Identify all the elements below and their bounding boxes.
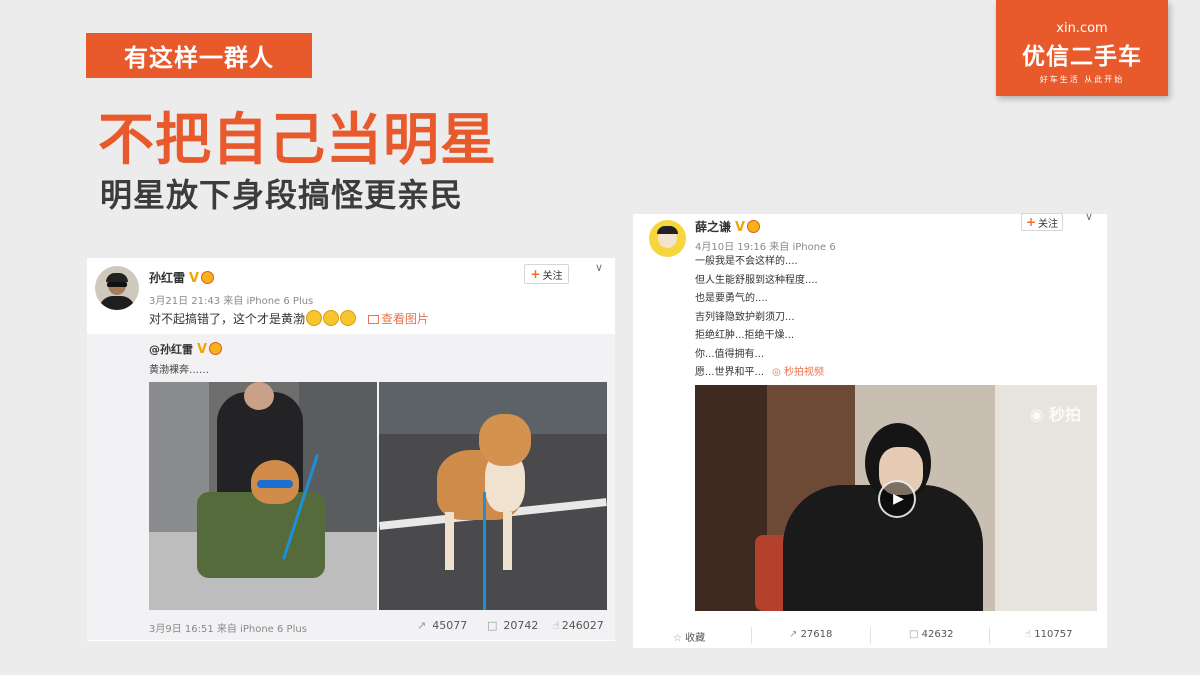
repost-meta[interactable]: 3月9日 16:51 来自 iPhone 6 Plus <box>149 620 307 635</box>
repost-count[interactable]: ↗ 45077 <box>417 619 467 632</box>
member-badge-icon <box>747 220 761 233</box>
post-text-line: 拒绝红肿...拒绝干燥... <box>695 330 795 341</box>
post-author-name[interactable]: 孙红雷 <box>149 271 185 285</box>
post-text: 一般我是不会这样的.... 但人生能舒服到这种程度.... 也是要勇气的....… <box>695 253 824 383</box>
video-watermark: ◉ 秒拍 <box>1029 401 1081 425</box>
section-tag: 有这样一群人 <box>86 33 312 78</box>
slide-headline: 不把自己当明星 <box>98 108 497 173</box>
chevron-down-icon[interactable]: ∨ <box>1085 210 1093 223</box>
like-count-value: 110757 <box>1034 629 1073 640</box>
follow-button[interactable]: + 关注 <box>1021 213 1063 231</box>
follow-label: 关注 <box>542 270 563 282</box>
post-meta[interactable]: 4月10日 19:16 来自 iPhone 6 <box>695 238 836 253</box>
repost-text: 黄渤裸奔…… <box>149 365 209 376</box>
slide-subheadline: 明星放下身段搞怪更亲民 <box>100 176 464 214</box>
avatar[interactable] <box>95 266 139 310</box>
avatar[interactable] <box>649 220 686 257</box>
thumbs-up-icon: ☝ <box>1025 629 1035 640</box>
post-text-content: 对不起搞错了，这个才是黄渤 <box>149 312 306 326</box>
post-text-line: 一般我是不会这样的.... <box>695 256 798 267</box>
view-images-label: 查看图片 <box>381 312 430 326</box>
emoji-icon <box>306 310 323 326</box>
repost-icon: ↗ <box>789 629 801 640</box>
post-author[interactable]: 薛之谦 V <box>695 218 761 235</box>
logo-name: 优信二手车 <box>1022 44 1142 70</box>
post-meta[interactable]: 3月21日 21:43 来自 iPhone 6 Plus <box>149 292 313 307</box>
repost-author-name[interactable]: @孙红雷 <box>149 343 193 356</box>
video-link-label: 秒拍视频 <box>783 367 824 378</box>
favorite-label: 收藏 <box>685 633 706 644</box>
post-author-name[interactable]: 薛之谦 <box>695 220 731 234</box>
plus-icon: + <box>1025 215 1037 229</box>
post-text-line: 愿...世界和平... ◎ 秒拍视频 <box>695 364 824 383</box>
post-text-line: 也是要勇气的.... <box>695 293 768 304</box>
follow-label: 关注 <box>1038 218 1059 230</box>
video-player[interactable]: ◉ 秒拍 ▶ <box>695 385 1097 611</box>
member-badge-icon <box>209 342 223 355</box>
view-images-link[interactable]: 查看图片 <box>368 312 429 326</box>
star-icon: ☆ <box>673 633 686 644</box>
weibo-post-left: 孙红雷 V 3月21日 21:43 来自 iPhone 6 Plus + 关注 ∨ … <box>87 258 615 641</box>
thumbs-up-icon: ☝ <box>553 619 560 632</box>
post-author[interactable]: 孙红雷 V <box>149 269 215 286</box>
video-link[interactable]: ◎ 秒拍视频 <box>772 367 824 378</box>
comment-icon: □ <box>487 619 498 632</box>
like-count-value: 246027 <box>561 619 604 632</box>
member-badge-icon <box>201 271 215 284</box>
comment-button[interactable]: □ 42632 <box>909 629 953 640</box>
comment-count-value: 42632 <box>921 629 954 640</box>
logo-slogan: 好车生活 从此开始 <box>1039 75 1125 84</box>
repost-count-value: 27618 <box>800 629 833 640</box>
like-button[interactable]: ☝ 110757 <box>1025 629 1072 640</box>
camera-icon: ◉ <box>1029 405 1049 424</box>
play-button[interactable]: ▶ <box>878 480 916 518</box>
repost-count-value: 45077 <box>432 619 468 632</box>
repost-author[interactable]: @孙红雷 V <box>149 341 223 357</box>
emoji-icon <box>323 310 340 326</box>
emoji-icon <box>340 310 357 326</box>
plus-icon: + <box>530 267 541 281</box>
verified-v-icon: V <box>735 220 746 235</box>
action-divider <box>870 627 871 644</box>
repost-button[interactable]: ↗ 27618 <box>789 629 832 640</box>
verified-v-icon: V <box>189 271 200 286</box>
verified-v-icon: V <box>197 342 208 357</box>
post-text: 对不起搞错了，这个才是黄渤 查看图片 <box>149 310 429 327</box>
follow-button[interactable]: + 关注 <box>524 264 569 284</box>
comment-count[interactable]: □ 20742 <box>487 619 538 632</box>
photo-man-with-dog[interactable] <box>149 382 377 610</box>
reposted-content: @孙红雷 V 黄渤裸奔…… 3月9日 16:51 来自 iPhone 6 Plus… <box>87 334 615 640</box>
brand-logo: xin.com 优信二手车 好车生活 从此开始 <box>996 0 1168 96</box>
comment-icon: □ <box>909 629 922 640</box>
weibo-post-right: 薛之谦 V 4月10日 19:16 来自 iPhone 6 + 关注 ∨ 一般我是不… <box>633 210 1107 648</box>
post-action-bar: ☆ 收藏 ↗ 27618 □ 42632 ☝ 110757 <box>633 623 1107 648</box>
action-divider <box>989 627 990 644</box>
comment-count-value: 20742 <box>503 619 539 632</box>
video-link-icon: ◎ <box>772 367 784 378</box>
video-watermark-text: 秒拍 <box>1048 405 1081 424</box>
post-text-line: 但人生能舒服到这种程度.... <box>695 274 818 286</box>
like-count[interactable]: ☝ 246027 <box>553 619 604 632</box>
post-text-line: 吉列锋隐致护剃须刀... <box>695 311 795 323</box>
post-text-line-content: 愿...世界和平... <box>695 367 765 378</box>
image-icon <box>368 315 380 324</box>
photo-shiba-dog[interactable] <box>379 382 607 610</box>
chevron-down-icon[interactable]: ∨ <box>595 261 603 274</box>
repost-icon: ↗ <box>417 619 427 632</box>
favorite-button[interactable]: ☆ 收藏 <box>673 629 705 644</box>
action-divider <box>751 627 752 644</box>
logo-domain: xin.com <box>1056 21 1108 36</box>
post-text-line: 你...值得拥有... <box>695 348 765 360</box>
